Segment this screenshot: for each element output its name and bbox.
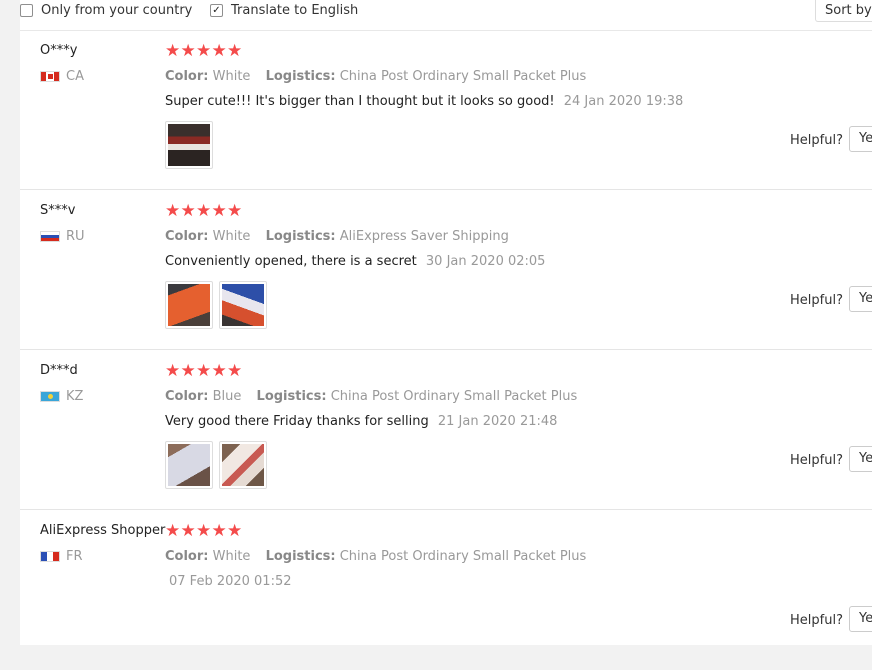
helpful-label: Helpful? xyxy=(790,613,843,628)
review-photo-thumbnail[interactable] xyxy=(219,281,267,329)
russia-flag-icon xyxy=(40,231,60,242)
translate-checkbox[interactable]: ✓ xyxy=(210,4,223,17)
translate-label: Translate to English xyxy=(231,3,359,18)
logistics-value: China Post Ordinary Small Packet Plus xyxy=(330,389,578,404)
star-icon: ★ xyxy=(165,521,181,541)
star-icon: ★ xyxy=(227,201,243,221)
color-key: Color: xyxy=(165,229,209,244)
review-photo-thumbnail[interactable] xyxy=(219,441,267,489)
review-date: 21 Jan 2020 21:48 xyxy=(437,414,558,429)
review-item: D***d KZ ★ ★ ★ ★ ★ Color: Blue Logistics: Ch… xyxy=(20,350,872,510)
color-key: Color: xyxy=(165,69,209,84)
color-value: Blue xyxy=(212,389,242,404)
sort-dropdown[interactable]: Sort by xyxy=(815,0,872,22)
review-text: Very good there Friday thanks for sellin… xyxy=(165,414,429,429)
review-text-line: Conveniently opened, there is a secret 3… xyxy=(165,254,545,269)
reviewer-country: KZ xyxy=(40,389,83,404)
helpful-yes-button[interactable]: Ye xyxy=(849,126,872,152)
star-icon: ★ xyxy=(180,521,196,541)
logistics-key: Logistics: xyxy=(265,549,336,564)
review-date: 07 Feb 2020 01:52 xyxy=(169,574,292,589)
country-code: CA xyxy=(66,69,84,84)
reviewer-country: FR xyxy=(40,549,83,564)
country-code: RU xyxy=(66,229,85,244)
logistics-value: AliExpress Saver Shipping xyxy=(339,229,509,244)
helpful-yes-button[interactable]: Ye xyxy=(849,606,872,632)
country-code: KZ xyxy=(66,389,84,404)
review-text-line: Super cute!!! It's bigger than I thought… xyxy=(165,94,683,109)
logistics-key: Logistics: xyxy=(265,229,336,244)
only-country-checkbox[interactable] xyxy=(20,4,33,17)
helpful-label: Helpful? xyxy=(790,293,843,308)
reviewer-name: S***v xyxy=(40,203,76,218)
star-icon: ★ xyxy=(180,41,196,61)
star-icon: ★ xyxy=(211,521,227,541)
review-photo-thumbnail[interactable] xyxy=(165,121,213,169)
star-icon: ★ xyxy=(165,361,181,381)
review-text: Conveniently opened, there is a secret xyxy=(165,254,417,269)
star-icon: ★ xyxy=(227,41,243,61)
review-text-line: Very good there Friday thanks for sellin… xyxy=(165,414,557,429)
rating-stars: ★ ★ ★ ★ ★ xyxy=(165,43,243,60)
rating-stars: ★ ★ ★ ★ ★ xyxy=(165,203,243,220)
review-photos xyxy=(165,121,213,169)
color-value: White xyxy=(212,69,251,84)
star-icon: ★ xyxy=(180,361,196,381)
only-country-label: Only from your country xyxy=(41,3,193,18)
star-icon: ★ xyxy=(227,361,243,381)
review-photos xyxy=(165,281,267,329)
kazakhstan-flag-icon xyxy=(40,391,60,402)
star-icon: ★ xyxy=(211,41,227,61)
logistics-key: Logistics: xyxy=(265,69,336,84)
reviewer-name: AliExpress Shopper xyxy=(40,523,166,538)
sort-label: Sort by xyxy=(825,3,872,18)
order-attributes: Color: Blue Logistics: China Post Ordina… xyxy=(165,389,577,404)
color-key: Color: xyxy=(165,389,209,404)
review-item: S***v RU ★ ★ ★ ★ ★ Color: White Logistics: A… xyxy=(20,190,872,350)
star-icon: ★ xyxy=(196,361,212,381)
reviewer-name: D***d xyxy=(40,363,78,378)
star-icon: ★ xyxy=(196,41,212,61)
review-photo-thumbnail[interactable] xyxy=(165,281,213,329)
star-icon: ★ xyxy=(196,201,212,221)
rating-stars: ★ ★ ★ ★ ★ xyxy=(165,363,243,380)
star-icon: ★ xyxy=(211,361,227,381)
order-attributes: Color: White Logistics: China Post Ordin… xyxy=(165,69,586,84)
review-photo-thumbnail[interactable] xyxy=(165,441,213,489)
star-icon: ★ xyxy=(211,201,227,221)
logistics-value: China Post Ordinary Small Packet Plus xyxy=(339,69,587,84)
filter-bar: Only from your country ✓ Translate to En… xyxy=(20,0,872,31)
logistics-value: China Post Ordinary Small Packet Plus xyxy=(339,549,587,564)
country-code: FR xyxy=(66,549,83,564)
logistics-key: Logistics: xyxy=(256,389,327,404)
review-item: AliExpress Shopper FR ★ ★ ★ ★ ★ Color: White… xyxy=(20,510,872,670)
reviewer-name: O***y xyxy=(40,43,78,58)
color-key: Color: xyxy=(165,549,209,564)
reviewer-country: CA xyxy=(40,69,84,84)
color-value: White xyxy=(212,229,251,244)
star-icon: ★ xyxy=(196,521,212,541)
helpful-label: Helpful? xyxy=(790,453,843,468)
canada-flag-icon xyxy=(40,71,60,82)
translate-filter[interactable]: ✓ Translate to English xyxy=(210,3,358,18)
star-icon: ★ xyxy=(165,201,181,221)
star-icon: ★ xyxy=(165,41,181,61)
helpful-yes-button[interactable]: Ye xyxy=(849,446,872,472)
order-attributes: Color: White Logistics: AliExpress Saver… xyxy=(165,229,509,244)
reviewer-country: RU xyxy=(40,229,85,244)
review-item: O***y CA ★ ★ ★ ★ ★ Color: White Logistics: C… xyxy=(20,30,872,190)
review-text: Super cute!!! It's bigger than I thought… xyxy=(165,94,555,109)
color-value: White xyxy=(212,549,251,564)
review-date: 30 Jan 2020 02:05 xyxy=(425,254,546,269)
helpful-yes-button[interactable]: Ye xyxy=(849,286,872,312)
helpful-label: Helpful? xyxy=(790,133,843,148)
order-attributes: Color: White Logistics: China Post Ordin… xyxy=(165,549,586,564)
rating-stars: ★ ★ ★ ★ ★ xyxy=(165,523,243,540)
france-flag-icon xyxy=(40,551,60,562)
star-icon: ★ xyxy=(227,521,243,541)
star-icon: ★ xyxy=(180,201,196,221)
review-photos xyxy=(165,441,267,489)
review-date: 24 Jan 2020 19:38 xyxy=(563,94,684,109)
only-country-filter[interactable]: Only from your country xyxy=(20,3,192,18)
